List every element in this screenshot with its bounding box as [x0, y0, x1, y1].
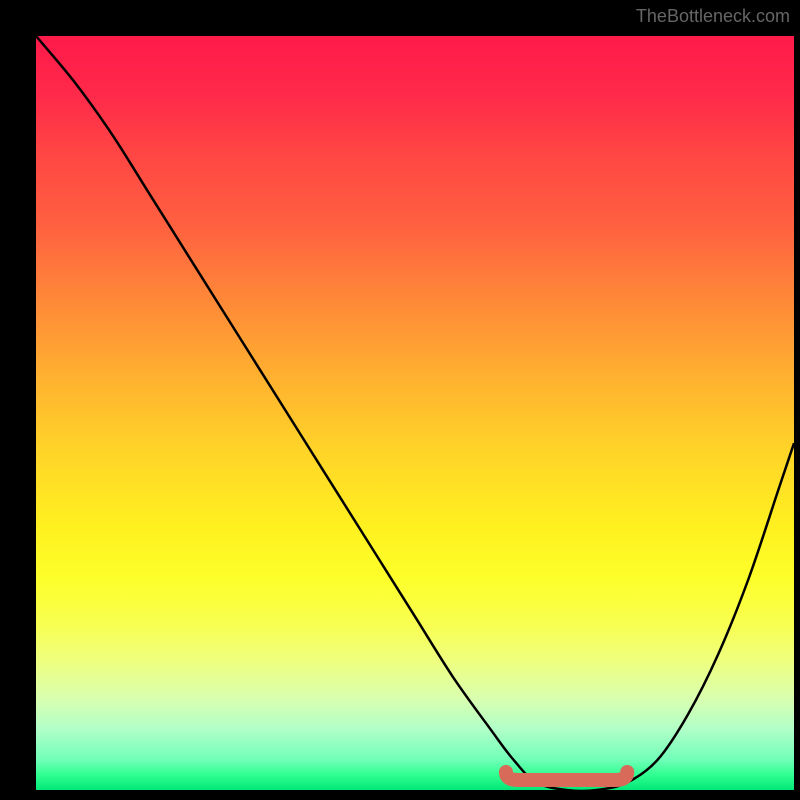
chart-svg — [36, 36, 794, 790]
watermark-text: TheBottleneck.com — [636, 6, 790, 27]
chart-plot-area — [36, 36, 794, 790]
bottleneck-curve — [36, 36, 794, 790]
optimal-range-marker — [506, 772, 627, 780]
